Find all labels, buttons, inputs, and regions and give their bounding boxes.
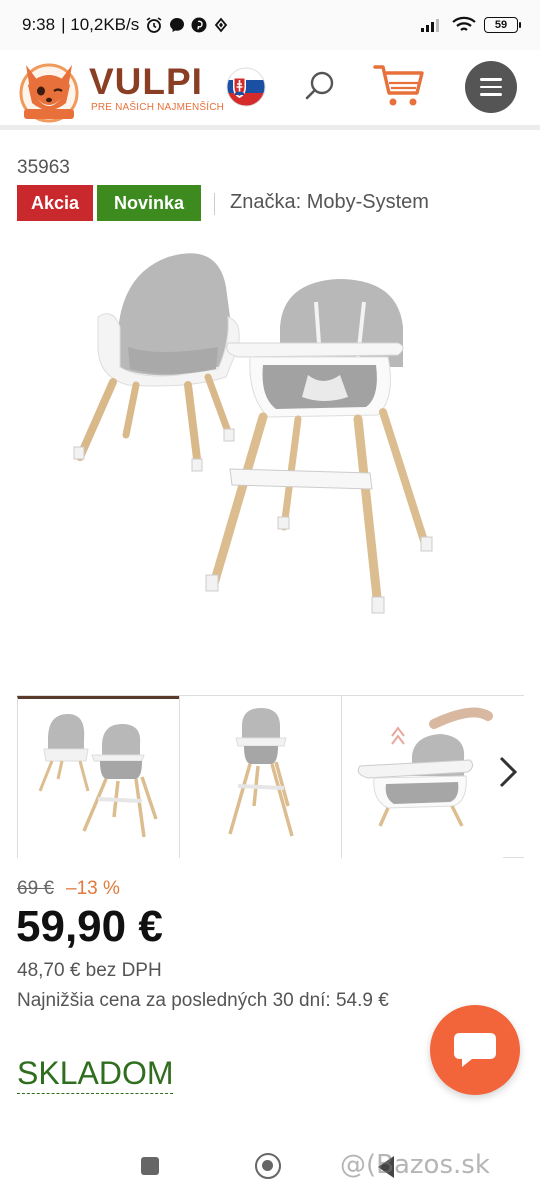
old-price: 69 € <box>17 878 54 899</box>
messenger-icon <box>169 17 185 33</box>
cart-icon <box>373 65 424 106</box>
alarm-icon <box>145 16 163 34</box>
badge-akcia: Akcia <box>17 185 93 221</box>
pinterest-icon <box>191 17 207 33</box>
chevron-right-icon[interactable] <box>490 748 526 796</box>
brand-tagline: PRE NAŠICH NAJMENŠÍCH <box>91 102 225 113</box>
signal-icon <box>420 17 444 33</box>
site-header: VULPI PRE NAŠICH NAJMENŠÍCH <box>0 50 540 130</box>
recent-apps-icon[interactable] <box>141 1157 159 1175</box>
menu-icon-bar <box>480 85 502 89</box>
wifi-icon <box>452 16 476 34</box>
status-right: 59 <box>420 16 521 34</box>
current-price: 59,90 € <box>16 902 163 951</box>
lowest-price-30-days: Najnižšia cena za posledných 30 dní: 54.… <box>17 990 389 1011</box>
divider <box>214 193 215 215</box>
brand-name[interactable]: VULPI <box>89 61 203 103</box>
app-icon <box>213 17 229 33</box>
battery-icon: 59 <box>484 17 521 33</box>
watermark: @(Bazos.sk <box>340 1150 490 1180</box>
search-icon <box>305 71 334 100</box>
price-without-vat: 48,70 € bez DPH <box>17 960 162 981</box>
cart-button[interactable] <box>372 62 426 110</box>
product-main-image[interactable] <box>58 247 482 637</box>
status-net-speed: | 10,2KB/s <box>61 15 140 34</box>
product-brand[interactable]: Značka: Moby-System <box>230 191 429 214</box>
slovak-flag-icon[interactable] <box>226 67 266 112</box>
discount-badge: –13 % <box>66 878 120 899</box>
search-button[interactable] <box>300 66 340 106</box>
chat-button[interactable] <box>430 1005 520 1095</box>
stock-status[interactable]: SKLADOM <box>17 1055 174 1094</box>
menu-button[interactable] <box>465 61 517 113</box>
badge-novinka: Novinka <box>97 185 201 221</box>
home-icon[interactable] <box>255 1153 281 1179</box>
thumbnail-2[interactable] <box>179 696 341 858</box>
product-thumbnails <box>17 695 524 858</box>
menu-icon-bar <box>480 93 502 96</box>
thumbnail-3[interactable] <box>341 696 503 858</box>
page: 9:38 | 10,2KB/s 59 VULPI PRE NAŠICH NAJM… <box>0 0 540 1200</box>
fox-logo-icon[interactable] <box>16 55 82 128</box>
product-sku: 35963 <box>17 157 70 178</box>
thumbnail-1[interactable] <box>17 696 179 858</box>
status-bar: 9:38 | 10,2KB/s 59 <box>0 0 540 50</box>
chat-bubble-icon <box>454 1033 496 1067</box>
system-nav-bar: @(Bazos.sk <box>0 1140 540 1200</box>
status-left: 9:38 | 10,2KB/s <box>22 15 229 35</box>
menu-icon-bar <box>480 78 502 81</box>
status-time: 9:38 <box>22 15 56 34</box>
